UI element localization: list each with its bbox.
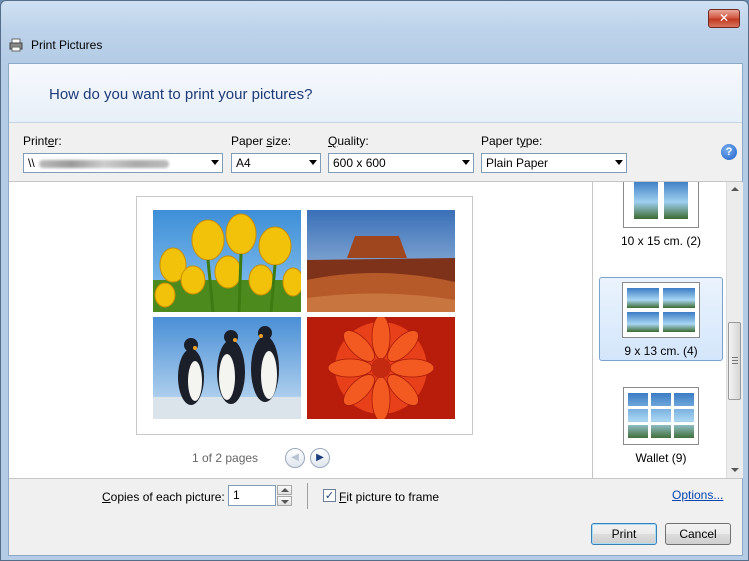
copies-input[interactable]: 1 (228, 485, 276, 506)
print-options-bar: Printer: \\ Paper size: A4 Quality: 600 … (9, 123, 742, 182)
print-preview-area: 1 of 2 pages ◀ ▶ (9, 182, 592, 478)
layout-thumbnail (623, 387, 699, 445)
divider (307, 483, 308, 509)
dialog-content: How do you want to print your pictures? … (8, 63, 743, 556)
cancel-button[interactable]: Cancel (665, 523, 731, 545)
scroll-thumb[interactable] (728, 322, 741, 400)
scroll-down-arrow-icon[interactable] (731, 468, 739, 472)
photo-desert (307, 210, 455, 312)
chevron-down-icon (462, 160, 470, 165)
paper-size-select[interactable]: A4 (231, 153, 321, 173)
fit-picture-label[interactable]: Fit picture to frame (339, 490, 439, 504)
layout-label: 9 x 13 cm. (4) (624, 344, 698, 358)
previous-page-button[interactable]: ◀ (285, 448, 305, 468)
layout-list[interactable]: 10 x 15 cm. (2) 9 x 13 cm. (4) Wallet (9… (592, 182, 743, 478)
photo-penguins (153, 317, 301, 419)
window-title: Print Pictures (31, 38, 103, 52)
layout-label: Wallet (9) (635, 451, 687, 465)
layout-scrollbar[interactable] (726, 182, 743, 478)
paper-size-label: Paper size: (231, 134, 292, 148)
layout-thumbnail (623, 182, 699, 228)
layout-item-9x13[interactable]: 9 x 13 cm. (4) (599, 277, 723, 361)
dialog-footer: Print Cancel (9, 514, 742, 555)
redacted-printer-name (38, 159, 169, 168)
layout-item-wallet[interactable]: Wallet (9) (601, 387, 721, 467)
print-pictures-window: ✕ Print Pictures How do you want to prin… (0, 0, 749, 561)
checkmark-icon: ✓ (324, 489, 335, 502)
next-page-button[interactable]: ▶ (310, 448, 330, 468)
close-button[interactable]: ✕ (708, 9, 740, 28)
scroll-up-arrow-icon[interactable] (731, 187, 739, 191)
page-question: How do you want to print your pictures? (49, 86, 313, 103)
fit-picture-checkbox[interactable]: ✓ (323, 489, 336, 502)
arrow-right-icon: ▶ (316, 452, 324, 463)
header-band: How do you want to print your pictures? (9, 64, 742, 123)
printer-label: Printer: (23, 134, 62, 148)
help-icon[interactable]: ? (721, 144, 737, 160)
layout-label: 10 x 15 cm. (2) (620, 234, 702, 248)
layout-thumbnail (622, 282, 700, 338)
print-button[interactable]: Print (591, 523, 657, 545)
chevron-down-icon (211, 160, 219, 165)
title-bar: Print Pictures (9, 37, 102, 53)
copies-label: Copies of each picture: (102, 490, 225, 504)
arrow-left-icon: ◀ (291, 452, 299, 463)
layout-item-10x15[interactable]: 10 x 15 cm. (2) (601, 182, 721, 254)
paper-type-label: Paper type: (481, 134, 543, 148)
printer-icon (9, 38, 23, 52)
copies-bar: Copies of each picture: 1 ✓ Fit picture … (9, 478, 742, 515)
chevron-down-icon (615, 160, 623, 165)
photo-chrysanthemum (307, 317, 455, 419)
quality-label: Quality: (328, 134, 369, 148)
paper-type-select[interactable]: Plain Paper (481, 153, 627, 173)
chevron-down-icon (309, 160, 317, 165)
page-indicator: 1 of 2 pages (192, 451, 259, 465)
spin-up-button[interactable] (277, 485, 292, 495)
quality-select[interactable]: 600 x 600 (328, 153, 474, 173)
options-link[interactable]: Options... (672, 488, 723, 502)
printer-select[interactable]: \\ (23, 153, 223, 173)
spin-down-button[interactable] (277, 496, 292, 506)
copies-spinner[interactable] (277, 485, 292, 506)
preview-page (136, 196, 473, 435)
photo-tulips (153, 210, 301, 312)
